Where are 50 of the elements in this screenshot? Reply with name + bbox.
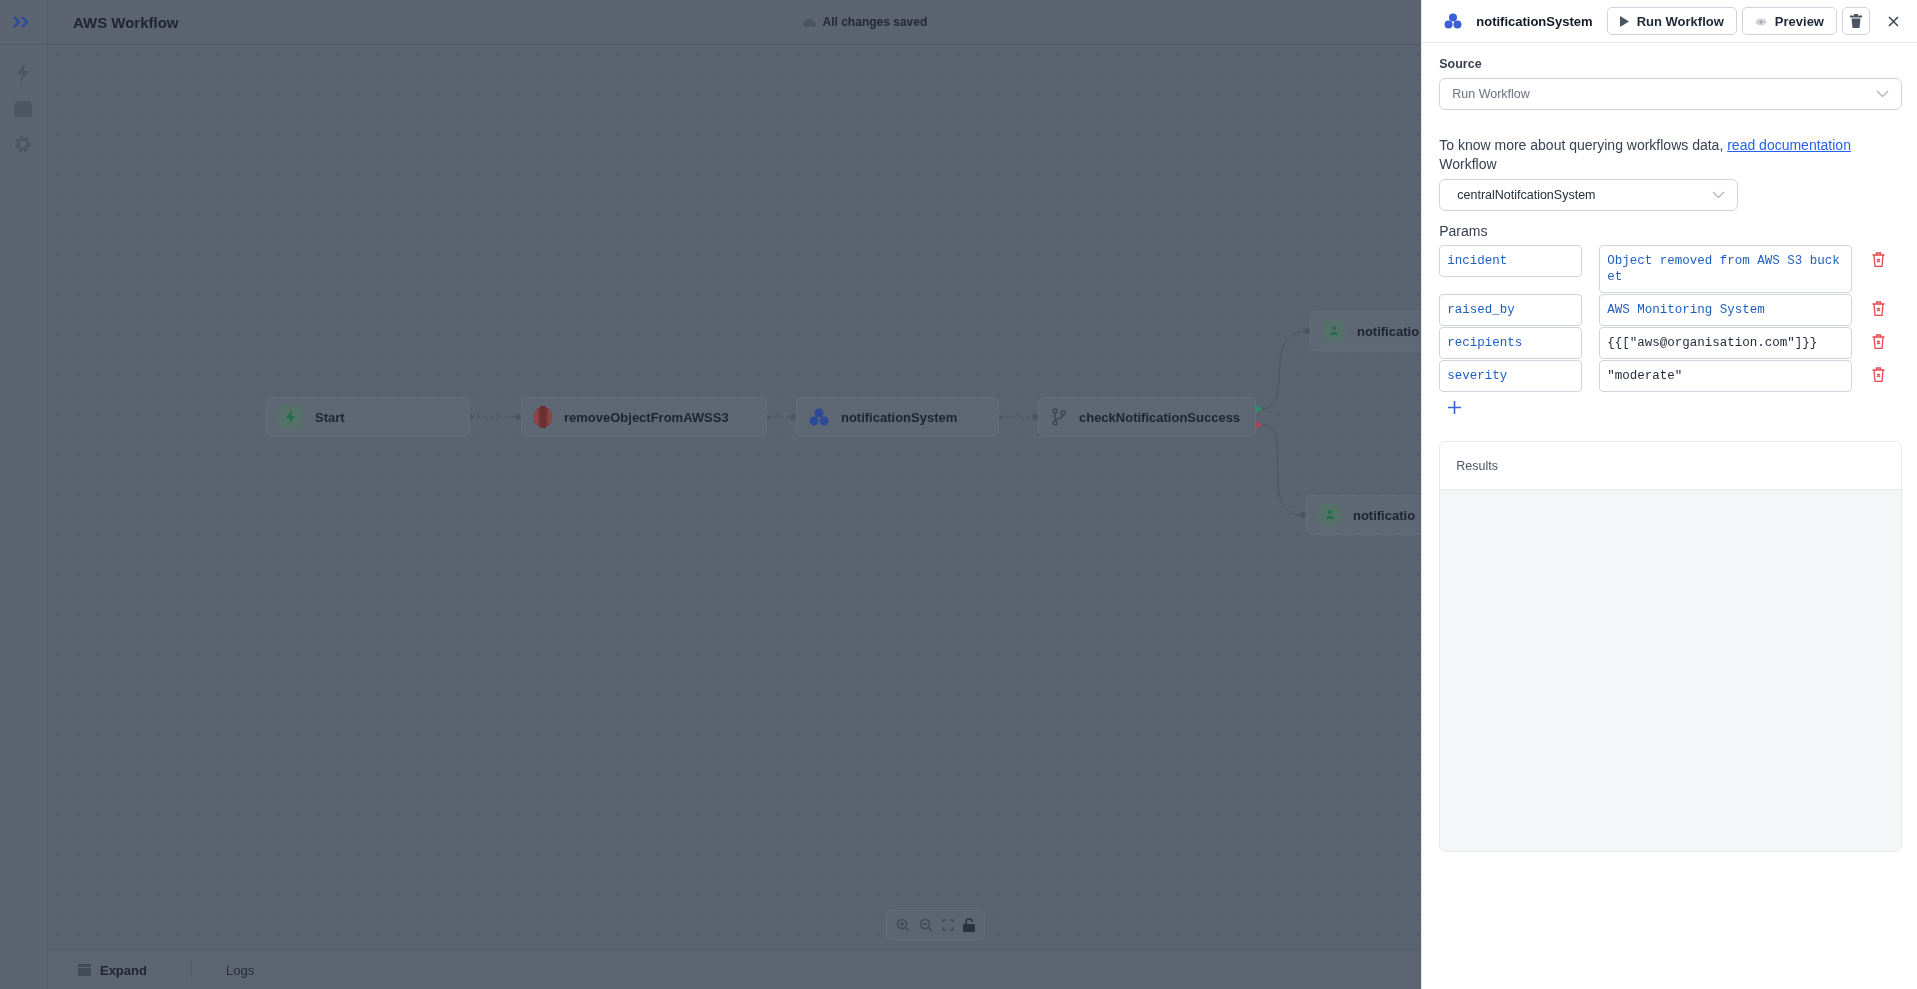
params-label: Params (1439, 223, 1489, 239)
node-label: notificatio (1356, 323, 1420, 339)
trash-icon[interactable] (1872, 252, 1886, 267)
add-icon[interactable] (1448, 401, 1462, 414)
play-icon (1619, 15, 1629, 27)
eye-icon (1754, 16, 1767, 26)
node-label: removeObjectFromAWSS3 (563, 409, 729, 425)
trash-icon[interactable] (1872, 367, 1886, 382)
lock-icon[interactable] (962, 918, 975, 932)
branch-icon (1050, 408, 1067, 426)
panel-icon (77, 964, 91, 976)
preview-button[interactable]: Preview (1741, 7, 1837, 35)
workflow-title: AWS Workflow (72, 13, 179, 31)
param-key-field[interactable]: severity (1439, 360, 1583, 392)
node-label: notificatio (1352, 507, 1416, 523)
person-icon (1318, 504, 1341, 526)
param-key-field[interactable]: recipients (1439, 327, 1583, 359)
documentation-link[interactable]: read documentation (1727, 137, 1851, 153)
trash-icon[interactable] (1872, 301, 1886, 316)
close-icon[interactable] (1888, 15, 1899, 27)
save-status: All changes saved (822, 15, 928, 29)
connector-edge (998, 414, 1038, 420)
source-select[interactable]: Run Workflow (1439, 78, 1903, 110)
param-value-field[interactable]: Object removed from AWS S3 bucket (1599, 245, 1853, 293)
info-text: To know more about querying workflows data, read documentation (1439, 137, 1852, 153)
trash-icon (1850, 14, 1862, 28)
person-icon (1322, 320, 1345, 342)
panel-title: notificationSystem (1476, 13, 1593, 29)
results-title: Results (1456, 458, 1498, 473)
param-value-field[interactable]: {{["aws@organisation.com"]}} (1599, 327, 1853, 359)
param-value-field[interactable]: AWS Monitoring System (1599, 294, 1853, 326)
run-workflow-button[interactable]: Run Workflow (1606, 7, 1737, 35)
chevron-icon (1712, 191, 1726, 199)
param-key-field[interactable]: raised_by (1439, 294, 1583, 326)
source-label: Source (1439, 57, 1483, 71)
node-label: checkNotificationSuccess (1078, 409, 1241, 425)
connector-edge (766, 414, 796, 420)
circles-icon (808, 408, 829, 426)
circles-icon (1444, 13, 1463, 29)
workflow-label: Workflow (1439, 156, 1498, 172)
param-value-field[interactable]: "moderate" (1599, 360, 1853, 392)
param-key-field[interactable]: incident (1439, 245, 1583, 277)
chevron-icon (1876, 90, 1890, 98)
delete-button[interactable] (1842, 7, 1870, 35)
connector-edge (469, 414, 521, 420)
trash-icon[interactable] (1872, 334, 1886, 349)
node-label: Start (314, 409, 345, 425)
node-label: notificationSystem (840, 409, 958, 425)
workflow-select[interactable]: centralNotifcationSystem (1439, 179, 1739, 211)
bolt-icon (278, 405, 303, 429)
